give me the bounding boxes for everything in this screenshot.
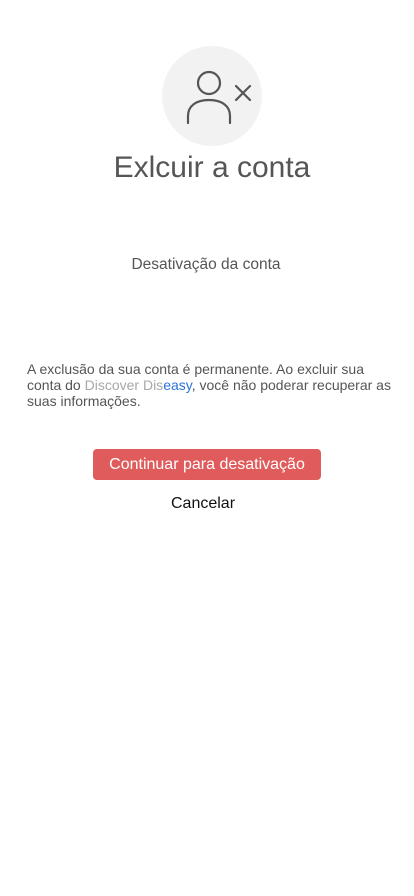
user-remove-icon: [186, 70, 252, 125]
brand-name-part-2: easy: [163, 377, 192, 393]
section-subtitle: Desativação da conta: [131, 256, 281, 273]
brand-name-part-1: Discover Dis: [84, 377, 164, 393]
continue-deactivation-button[interactable]: Continuar para desativação: [93, 449, 321, 480]
page-title: Exlcuir a conta: [113, 151, 311, 184]
cancel-button[interactable]: Cancelar: [153, 493, 253, 515]
avatar: [162, 46, 262, 146]
deletion-warning-text: A exclusão da sua conta é permanente. Ao…: [27, 361, 402, 409]
